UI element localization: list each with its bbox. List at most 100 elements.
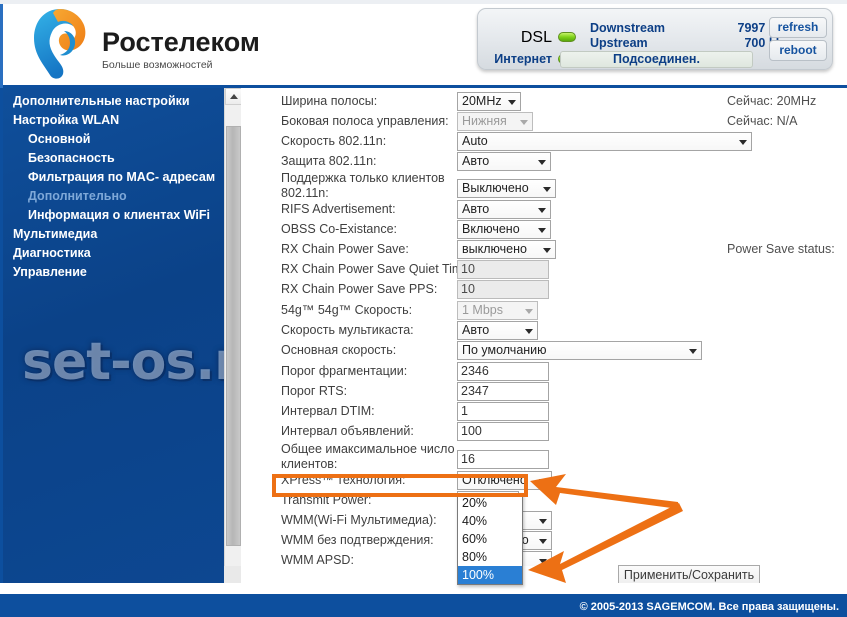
sidebar-item-diagnostics[interactable]: Диагностика [3, 244, 224, 263]
input-value-rx_pps: 10 [461, 282, 475, 296]
select-value-obss_coexistence: Включено [462, 222, 520, 236]
chevron-down-icon [525, 328, 533, 334]
sidebar-item-wifi-clients-info[interactable]: Информация о клиентах WiFi [3, 206, 224, 225]
select-protection_80211n[interactable]: Авто [457, 152, 551, 171]
control-wrap-rx_quiet_time: 10 [457, 260, 549, 279]
control-wrap-only_80211n_clients: Выключено [457, 179, 556, 198]
label-xpress_technology: XPress™ технология: [281, 473, 406, 487]
select-value-rate_54g: 1 Mbps [462, 303, 503, 317]
chevron-down-icon [538, 227, 546, 233]
select-value-rifs_advertisement: Авто [462, 202, 490, 216]
sidebar-item-management[interactable]: Управление [3, 263, 224, 282]
chevron-down-icon [538, 207, 546, 213]
sidebar-nav: Дополнительные настройки Настройка WLAN … [0, 88, 224, 583]
control-wrap-sideband: Нижняя [457, 112, 533, 131]
note-sideband: Сейчас: N/A [727, 114, 798, 128]
label-dtim_interval: Интервал DTIM: [281, 404, 375, 418]
chevron-down-icon [543, 186, 551, 192]
label-rifs_advertisement: RIFS Advertisement: [281, 202, 396, 216]
dsl-label: DSL [520, 29, 552, 46]
internet-label: Интернет [494, 52, 552, 66]
transmit-power-option-60[interactable]: 60% [458, 530, 522, 548]
input-value-rts_threshold: 2347 [461, 384, 489, 398]
reboot-button[interactable]: reboot [769, 40, 827, 61]
transmit-power-option-100[interactable]: 100% [458, 566, 522, 584]
sidebar-item-mac-filter[interactable]: Фильтрация по MAC- адресам [3, 168, 224, 187]
input-fragmentation_threshold[interactable]: 2346 [457, 362, 549, 381]
control-wrap-rifs_advertisement: Авто [457, 200, 551, 219]
select-bandwidth[interactable]: 20MHz [457, 92, 521, 111]
select-rate_80211n[interactable]: Auto [457, 132, 752, 151]
sidebar-item-multimedia[interactable]: Мультимедиа [3, 225, 224, 244]
input-value-beacon_interval: 100 [461, 424, 482, 438]
input-rx_quiet_time[interactable]: 10 [457, 260, 549, 279]
input-rts_threshold[interactable]: 2347 [457, 382, 549, 401]
label-basic_rate: Основная скорость: [281, 343, 397, 357]
select-rifs_advertisement[interactable]: Авто [457, 200, 551, 219]
chevron-down-icon [539, 538, 547, 544]
scroll-up-button[interactable] [225, 88, 242, 105]
select-obss_coexistence[interactable]: Включено [457, 220, 551, 239]
sidebar-item-advanced-settings[interactable]: Дополнительные настройки [3, 92, 224, 111]
input-beacon_interval[interactable]: 100 [457, 422, 549, 441]
scrollbar-corner [224, 566, 241, 583]
transmit-power-option-20[interactable]: 20% [458, 494, 522, 512]
select-only_80211n_clients[interactable]: Выключено [457, 179, 556, 198]
note-bandwidth: Сейчас: 20MHz [727, 94, 817, 108]
settings-form: Ширина полосы: 20MHz Сейчас: 20MHz Боковая … [241, 88, 847, 583]
control-wrap-xpress_technology: Отключено [457, 471, 552, 490]
router-admin-page: Ростелеком Больше возможностей DSL Downs… [0, 0, 847, 617]
vertical-scroll-thumb[interactable] [226, 126, 241, 546]
select-rx_chain_power_save[interactable]: выключено [457, 240, 556, 259]
control-wrap-dtim_interval: 1 [457, 402, 549, 421]
footer-spacer [0, 583, 847, 594]
label-rate_54g: 54g™ 54g™ Скорость: [281, 303, 413, 317]
brand-title: Ростелеком [102, 27, 260, 57]
control-wrap-fragmentation_threshold: 2346 [457, 362, 549, 381]
select-xpress_technology[interactable]: Отключено [457, 471, 552, 490]
select-value-protection_80211n: Авто [462, 154, 490, 168]
sidebar-item-basic[interactable]: Основной [3, 130, 224, 149]
select-multicast_rate[interactable]: Авто [457, 321, 538, 340]
label-protection_80211n: Защита 802.11n: [281, 154, 377, 168]
control-wrap-obss_coexistence: Включено [457, 220, 551, 239]
input-dtim_interval[interactable]: 1 [457, 402, 549, 421]
label-rx_chain_power_save: RX Chain Power Save: [281, 242, 409, 256]
control-wrap-rx_chain_power_save: выключено [457, 240, 556, 259]
sidebar-item-wlan-setup[interactable]: Настройка WLAN [3, 111, 224, 130]
refresh-button[interactable]: refresh [769, 17, 827, 38]
transmit-power-dropdown-list[interactable]: 20% 40% 60% 80% 100% [457, 493, 523, 585]
select-value-only_80211n_clients: Выключено [462, 181, 529, 195]
control-wrap-multicast_rate: Авто [457, 321, 538, 340]
select-value-rx_chain_power_save: выключено [462, 242, 527, 256]
select-value-rate_80211n: Auto [462, 134, 488, 148]
label-rts_threshold: Порог RTS: [281, 384, 348, 398]
transmit-power-option-40[interactable]: 40% [458, 512, 522, 530]
chevron-down-icon [538, 159, 546, 165]
select-basic_rate[interactable]: По умолчанию [457, 341, 702, 360]
select-rate_54g[interactable]: 1 Mbps [457, 301, 538, 320]
control-wrap-max_clients: 16 [457, 450, 549, 469]
sidebar-item-advanced[interactable]: Дополнительно [3, 187, 224, 206]
input-value-dtim_interval: 1 [461, 404, 468, 418]
sidebar-item-security[interactable]: Безопасность [3, 149, 224, 168]
label-max_clients: Общее имаксимальное число клиентов: [281, 442, 455, 471]
select-sideband[interactable]: Нижняя [457, 112, 533, 131]
input-rx_pps[interactable]: 10 [457, 280, 549, 299]
label-fragmentation_threshold: Порог фрагментации: [281, 364, 408, 378]
sidebar-vertical-scrollbar[interactable] [224, 88, 242, 583]
header-left-edge [0, 4, 3, 88]
brand-tagline: Больше возможностей [102, 59, 213, 71]
select-value-multicast_rate: Авто [462, 323, 490, 337]
control-wrap-rx_pps: 10 [457, 280, 549, 299]
page-footer: © 2005-2013 SAGEMCOM. Все права защищены… [0, 594, 847, 617]
label-beacon_interval: Интервал объявлений: [281, 424, 414, 438]
label-bandwidth: Ширина полосы: [281, 94, 378, 108]
input-max_clients[interactable]: 16 [457, 450, 549, 469]
control-wrap-rts_threshold: 2347 [457, 382, 549, 401]
chevron-down-icon [739, 139, 747, 145]
header-top-edge [0, 0, 847, 4]
brand-logo: Ростелеком Больше возможностей [22, 5, 442, 83]
rostelecom-ear-logo-icon [34, 9, 86, 79]
transmit-power-option-80[interactable]: 80% [458, 548, 522, 566]
